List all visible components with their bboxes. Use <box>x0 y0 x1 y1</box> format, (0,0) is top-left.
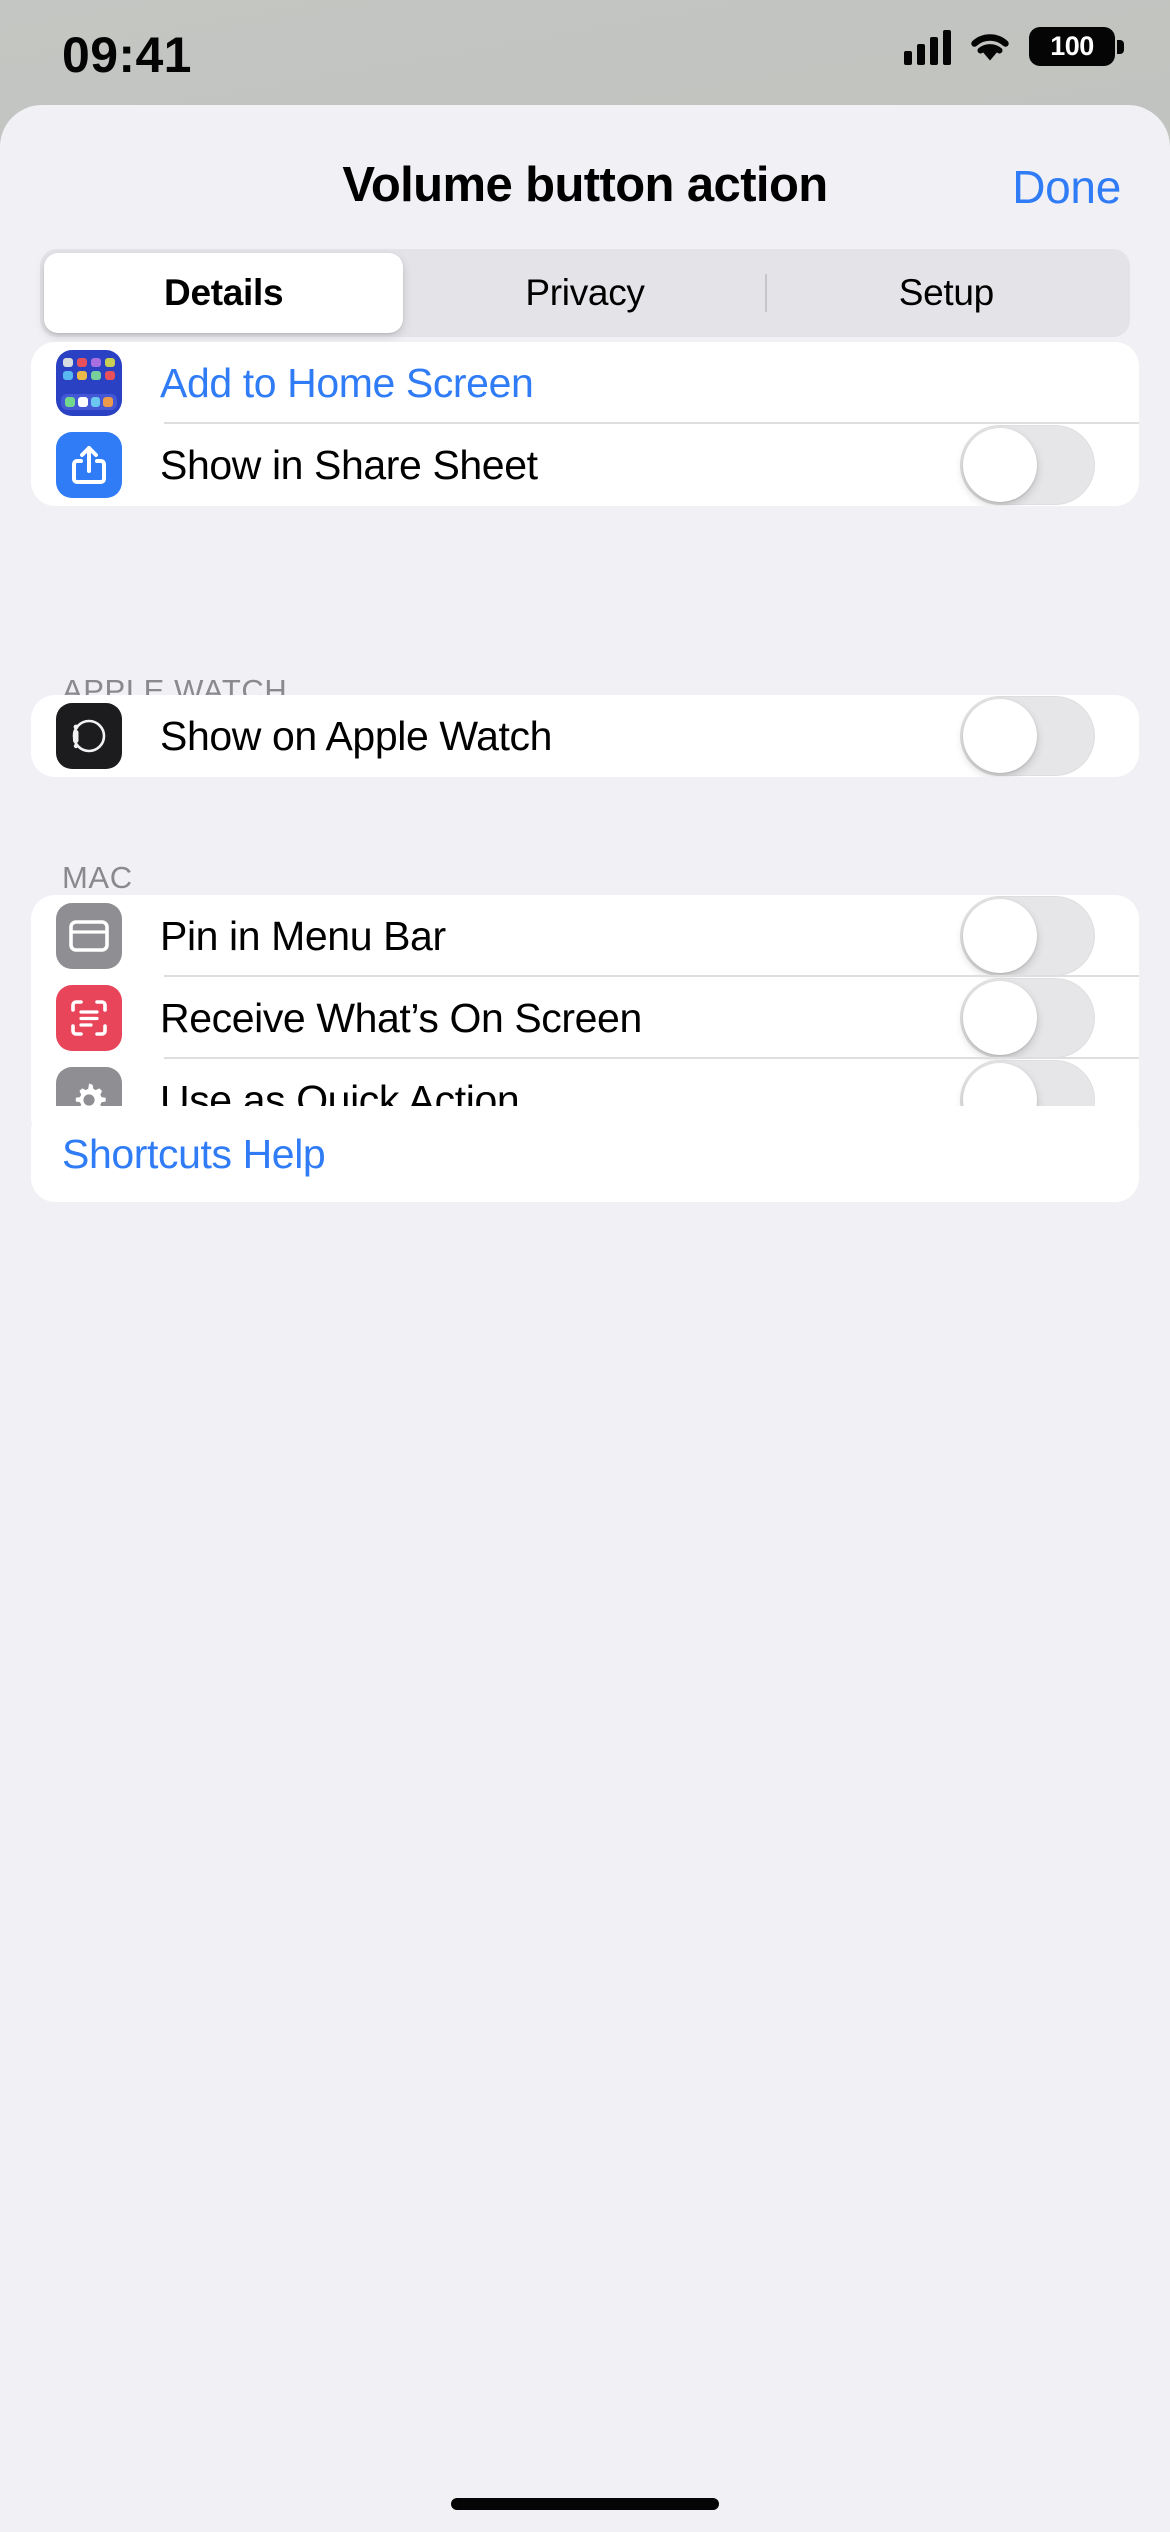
row-show-on-apple-watch[interactable]: Show on Apple Watch <box>31 695 1139 777</box>
sheet-header: Volume button action Done <box>0 105 1170 223</box>
apple-watch-card: Show on Apple Watch <box>31 695 1139 777</box>
toggle-show-on-apple-watch[interactable] <box>960 696 1095 776</box>
general-card: Add to Home Screen Show in Share Sheet <box>31 342 1139 506</box>
row-label-show-on-apple-watch: Show on Apple Watch <box>160 712 553 759</box>
toggle-show-in-share-sheet[interactable] <box>960 425 1095 505</box>
battery-indicator: 100 <box>1029 27 1124 66</box>
row-add-to-home-screen[interactable]: Add to Home Screen <box>31 342 1139 424</box>
screen-scan-icon <box>56 985 122 1051</box>
tab-privacy-label: Privacy <box>525 272 645 313</box>
row-label-receive-whats-on-screen: Receive What’s On Screen <box>160 994 642 1041</box>
wifi-icon <box>968 30 1012 64</box>
row-shortcuts-help[interactable]: Shortcuts Help <box>31 1106 1139 1202</box>
row-label-add-to-home-screen: Add to Home Screen <box>160 359 534 406</box>
home-screen-grid-icon <box>56 350 122 416</box>
home-indicator <box>451 2498 719 2510</box>
segmented-control[interactable]: Details Privacy Setup <box>40 249 1130 337</box>
status-bar: 09:41 100 <box>0 0 1170 105</box>
row-pin-in-menu-bar[interactable]: Pin in Menu Bar <box>31 895 1139 977</box>
toggle-receive-whats-on-screen[interactable] <box>960 978 1095 1058</box>
toggle-knob <box>963 899 1037 973</box>
cellular-bars-icon <box>904 29 951 65</box>
done-button[interactable]: Done <box>1012 160 1121 214</box>
status-bar-clock: 09:41 <box>62 27 192 83</box>
shortcuts-help-label: Shortcuts Help <box>62 1130 326 1177</box>
row-label-pin-in-menu-bar: Pin in Menu Bar <box>160 912 446 959</box>
toggle-knob <box>963 981 1037 1055</box>
tab-details[interactable]: Details <box>44 253 404 333</box>
share-sheet-icon <box>56 432 122 498</box>
battery-percent-label: 100 <box>1050 31 1094 61</box>
menu-bar-window-icon <box>56 903 122 969</box>
settings-sheet: Volume button action Done Details Privac… <box>0 105 1170 2532</box>
shortcuts-help-card: Shortcuts Help <box>31 1106 1139 1202</box>
toggle-knob <box>963 699 1037 773</box>
toggle-knob <box>963 428 1037 502</box>
section-header-mac: MAC <box>62 860 133 895</box>
page-title: Volume button action <box>342 158 828 212</box>
row-label-show-in-share-sheet: Show in Share Sheet <box>160 441 538 488</box>
toggle-pin-in-menu-bar[interactable] <box>960 896 1095 976</box>
tab-setup[interactable]: Setup <box>767 253 1126 333</box>
tab-setup-label: Setup <box>898 272 995 313</box>
iphone-screen: 09:41 100 Volume button action Done Deta… <box>0 0 1170 2532</box>
row-receive-whats-on-screen[interactable]: Receive What’s On Screen <box>31 977 1139 1059</box>
row-show-in-share-sheet[interactable]: Show in Share Sheet <box>31 424 1139 506</box>
tab-privacy[interactable]: Privacy <box>405 253 764 333</box>
apple-watch-icon <box>56 703 122 769</box>
mac-card: Pin in Menu Bar Receive What’s On Screen… <box>31 895 1139 1141</box>
tab-details-label: Details <box>164 272 284 313</box>
status-bar-indicators: 100 <box>904 27 1124 66</box>
